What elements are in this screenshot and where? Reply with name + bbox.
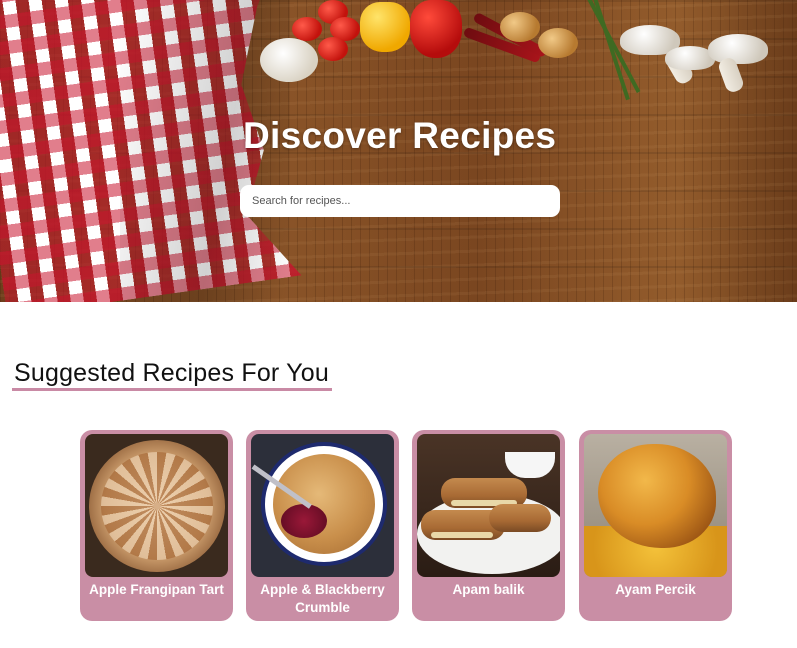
recipe-card[interactable]: Apple Frangipan Tart [80, 430, 233, 621]
recipe-name[interactable]: Apple & Blackberry Crumble [250, 581, 395, 617]
recipe-name[interactable]: Ayam Percik [583, 581, 728, 599]
hero-banner: Discover Recipes [0, 0, 797, 302]
tart-apples [101, 452, 213, 560]
recipe-image-apam-balik[interactable] [417, 434, 560, 577]
recipe-image-apple-blackberry-crumble[interactable] [251, 434, 394, 577]
hero-title: Discover Recipes [243, 115, 557, 156]
recipe-name[interactable]: Apam balik [416, 581, 561, 599]
crumble-berries [281, 504, 327, 538]
red-pepper-image [410, 0, 462, 58]
recipe-image-ayam-percik[interactable] [584, 434, 727, 577]
shallot-image [500, 12, 540, 42]
section-underline [12, 388, 332, 391]
garlic-image [260, 38, 318, 82]
search-input[interactable] [240, 185, 560, 217]
crumble-topping [273, 454, 375, 554]
mushroom-image [708, 34, 768, 64]
tomato-image [292, 17, 322, 41]
recipe-image-apple-frangipan-tart[interactable] [85, 434, 228, 577]
recipe-card[interactable]: Apple & Blackberry Crumble [246, 430, 399, 621]
section-title: Suggested Recipes For You [14, 359, 329, 387]
recipe-name[interactable]: Apple Frangipan Tart [84, 581, 229, 599]
recipe-card[interactable]: Ayam Percik [579, 430, 732, 621]
recipe-card[interactable]: Apam balik [412, 430, 565, 621]
teacup [505, 452, 555, 478]
yellow-pepper-image [360, 2, 410, 52]
apam-piece [489, 504, 551, 532]
apam-filling [431, 532, 493, 538]
shallot-image [538, 28, 578, 58]
tomato-image [318, 37, 348, 61]
